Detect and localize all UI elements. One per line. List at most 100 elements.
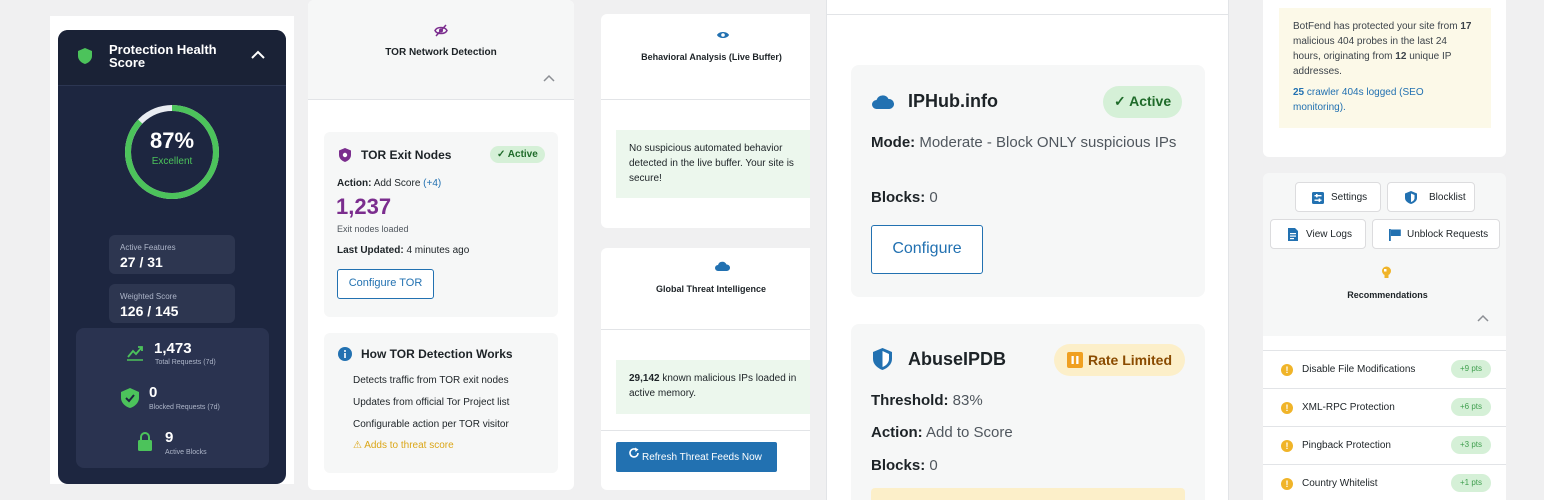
score-grade: Excellent [151, 156, 193, 167]
divider [827, 14, 1228, 15]
document-icon [1288, 228, 1298, 241]
global-threat-header[interactable]: Global Threat Intelligence [601, 248, 810, 330]
refresh-button-label: Refresh Threat Feeds Now [642, 452, 762, 463]
iphub-blocks-value: 0 [929, 189, 938, 206]
active-features-box: Active Features 27 / 31 [109, 235, 235, 274]
refresh-threat-feeds-button[interactable]: Refresh Threat Feeds Now [616, 442, 777, 472]
abuseipdb-warning-strip [871, 488, 1185, 500]
view-logs-label: View Logs [1306, 229, 1352, 240]
iphub-status-badge: ✓ Active [1103, 86, 1183, 118]
abuseipdb-blocks: Blocks: 0 [871, 455, 938, 477]
shield-icon [78, 48, 92, 64]
abuseipdb-card: AbuseIPDB Rate Limited Threshold: 83% Ac… [851, 324, 1205, 500]
recommendation-points: +6 pts [1451, 398, 1491, 416]
behavioral-note: No suspicious automated behavior detecte… [616, 130, 810, 198]
tor-action-score: (+4) [423, 178, 442, 189]
tor-warning: ⚠ Adds to threat score [353, 440, 454, 451]
recommendation-item[interactable]: ! Disable File Modifications +9 pts [1263, 350, 1506, 388]
cloud-icon [872, 95, 894, 109]
recommendation-item[interactable]: ! XML-RPC Protection +6 pts [1263, 388, 1506, 426]
settings-button[interactable]: Settings [1295, 182, 1381, 212]
iphub-card: IPHub.info ✓ Active Mode: Moderate - Blo… [851, 65, 1205, 297]
actions-panel: Settings Blocklist View Logs Unblock Req… [1263, 173, 1506, 500]
chevron-up-icon[interactable] [1477, 314, 1489, 322]
chevron-up-icon[interactable] [543, 74, 555, 82]
global-threat-title: Global Threat Intelligence [655, 284, 767, 294]
tor-section-header[interactable]: TOR Network Detection [308, 0, 574, 100]
iphub-blocks: Blocks: 0 [871, 187, 938, 209]
bulb-icon [1382, 266, 1391, 278]
abuseipdb-action-label: Action: [871, 424, 923, 441]
settings-icon [1312, 192, 1324, 204]
summary-column: BotFend has protected your site from 17 … [1263, 0, 1506, 500]
configure-iphub-button[interactable]: Configure [871, 225, 983, 274]
iphub-mode: Mode: Moderate - Block ONLY suspicious I… [871, 132, 1181, 154]
iphub-mode-value: Moderate - Block ONLY suspicious IPs [919, 134, 1177, 151]
crawler-count: 25 [1293, 87, 1305, 98]
tor-exit-nodes-card: TOR Exit Nodes ✓ Active Action: Add Scor… [324, 132, 558, 317]
cloud-icon [715, 261, 730, 271]
active-blocks-label: Active Blocks [165, 449, 207, 456]
probe-count: 17 [1460, 21, 1472, 32]
weighted-score-box: Weighted Score 126 / 145 [109, 284, 235, 323]
intel-column: Behavioral Analysis (Live Buffer) No sus… [601, 0, 810, 500]
behavioral-header[interactable]: Behavioral Analysis (Live Buffer) [601, 14, 810, 100]
recommendation-label: XML-RPC Protection [1302, 402, 1395, 413]
shield-icon [873, 348, 892, 370]
warning-icon: ! [1281, 402, 1293, 414]
tor-updated-value: 4 minutes ago [406, 245, 470, 256]
unique-ip-count: 12 [1395, 51, 1407, 62]
recommendation-item[interactable]: ! Country Whitelist +1 pts [1263, 464, 1506, 500]
summary-line: BotFend has protected your site from [1293, 21, 1458, 32]
health-score-header[interactable]: Protection Health Score [58, 30, 286, 86]
active-features-value: 27 / 31 [120, 254, 163, 270]
tor-updated-label: Last Updated: [337, 245, 404, 256]
recommendations-header[interactable]: Recommendations [1263, 256, 1506, 336]
tor-action-line: Action: Add Score (+4) [337, 178, 441, 189]
tor-updated-line: Last Updated: 4 minutes ago [337, 245, 469, 256]
abuseipdb-status-badge: Rate Limited [1054, 344, 1185, 376]
unblock-requests-button[interactable]: Unblock Requests [1372, 219, 1500, 249]
tor-card-title: TOR Exit Nodes [361, 148, 452, 162]
recommendation-label: Disable File Modifications [1302, 364, 1416, 375]
recommendation-points: +1 pts [1451, 474, 1491, 492]
flag-icon [1389, 229, 1401, 241]
warning-icon: ! [1281, 478, 1293, 490]
abuseipdb-action: Action: Add to Score [871, 422, 1013, 444]
weighted-score-label: Weighted Score [120, 292, 177, 301]
shield-icon [339, 148, 351, 162]
tor-how-item: Updates from official Tor Project list [353, 397, 510, 408]
recommendations-title: Recommendations [1347, 290, 1428, 300]
threat-note-memory: memory. [657, 388, 697, 399]
tor-status-badge: ✓ Active [490, 146, 545, 163]
tor-exit-count: 1,237 [336, 194, 392, 219]
lock-icon [138, 432, 152, 451]
iphub-blocks-label: Blocks: [871, 189, 926, 206]
eye-slash-icon [434, 24, 448, 37]
info-icon [338, 347, 352, 361]
global-threat-panel: Global Threat Intelligence 29,142 known … [601, 248, 810, 490]
iphub-name: IPHub.info [908, 91, 998, 111]
tor-action-value: Add Score [373, 178, 421, 189]
tor-column: TOR Network Detection TOR Exit Nodes ✓ A… [308, 0, 574, 490]
settings-label: Settings [1331, 192, 1368, 203]
iphub-mode-label: Mode: [871, 134, 916, 151]
abuseipdb-threshold: Threshold: 83% [871, 390, 983, 412]
request-counts: 1,473 Total Requests (7d) 0 Blocked Requ… [76, 328, 269, 468]
view-logs-button[interactable]: View Logs [1270, 219, 1366, 249]
recommendation-label: Country Whitelist [1302, 478, 1378, 489]
blocked-requests-value: 0 [149, 384, 158, 401]
blocked-requests-label: Blocked Requests (7d) [149, 404, 220, 411]
weighted-score-value: 126 / 145 [120, 303, 179, 319]
configure-tor-button[interactable]: Configure TOR [337, 269, 434, 299]
health-column: Protection Health Score 87% Excellent Ac… [50, 16, 294, 484]
active-blocks-value: 9 [165, 429, 174, 446]
total-requests-label: Total Requests (7d) [155, 359, 216, 366]
blocklist-button[interactable]: Blocklist [1387, 182, 1475, 212]
tor-how-item: Detects traffic from TOR exit nodes [353, 375, 509, 386]
abuseipdb-blocks-label: Blocks: [871, 457, 926, 474]
tor-section-title: TOR Network Detection [385, 47, 497, 58]
crawler-link[interactable]: 25 crawler 404s logged (SEO monitoring). [1293, 85, 1477, 115]
recommendation-item[interactable]: ! Pingback Protection +3 pts [1263, 426, 1506, 464]
chevron-up-icon[interactable] [251, 50, 265, 60]
